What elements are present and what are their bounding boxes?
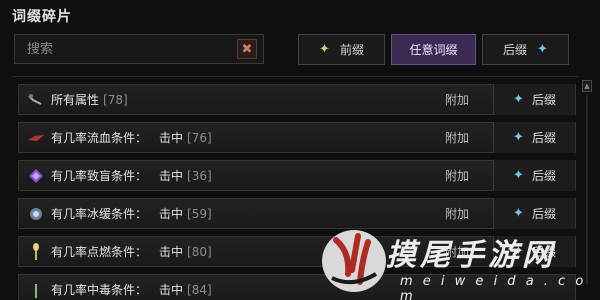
blue-star-icon: ✦ <box>513 168 524 183</box>
affix-type-badge: ✦ 后缀 <box>493 122 575 153</box>
affix-row[interactable]: 有几率中毒条件： 击中 [84] <box>18 274 576 300</box>
affix-row[interactable]: 所有属性 [78] 附加 ✦ 后缀 <box>18 84 576 115</box>
affix-action: 附加 <box>444 169 469 183</box>
affix-type-badge: ✦ 后缀 <box>493 236 575 267</box>
affix-condition: 击中 <box>159 131 184 145</box>
search-input[interactable] <box>27 35 237 63</box>
gold-star-icon: ✦ <box>319 42 330 57</box>
filter-suffix-label: 后缀 <box>503 43 528 57</box>
affix-name: 有几率点燃条件： <box>51 245 148 259</box>
scroll-up-icon[interactable]: ▲ <box>582 80 592 92</box>
filter-any-affix-label: 任意词缀 <box>409 43 458 57</box>
affix-count: [78] <box>103 92 128 107</box>
affix-type-badge: ✦ 后缀 <box>493 84 575 115</box>
affix-row[interactable]: 有几率流血条件： 击中 [76] 附加 ✦ 后缀 <box>18 122 576 153</box>
poison-icon <box>25 279 47 300</box>
panel-title: 词缀碎片 <box>12 9 72 25</box>
blue-star-icon: ✦ <box>513 130 524 145</box>
affix-count: [36] <box>187 168 212 183</box>
affix-count: [84] <box>187 282 212 297</box>
affix-type-badge: ✦ 后缀 <box>493 160 575 191</box>
affix-row[interactable]: 有几率点燃条件： 击中 [80] 附加 ✦ 后缀 <box>18 236 576 267</box>
affix-name: 有几率冰缓条件： <box>51 207 148 221</box>
affix-action: 附加 <box>444 207 469 221</box>
filter-any-affix-button[interactable]: 任意词缀 <box>391 34 476 65</box>
affix-filter-bar: ✦ 前缀 任意词缀 后缀 ✦ <box>298 34 569 65</box>
affix-condition: 击中 <box>159 207 184 221</box>
affix-type-label: 后缀 <box>531 207 556 221</box>
affix-type-label: 后缀 <box>531 131 556 145</box>
affix-count: [76] <box>187 130 212 145</box>
blue-star-icon: ✦ <box>513 206 524 221</box>
affix-condition: 击中 <box>159 245 184 259</box>
scroll-track[interactable] <box>586 94 588 284</box>
affix-count: [59] <box>187 206 212 221</box>
affix-condition: 击中 <box>159 283 184 297</box>
affix-row[interactable]: 有几率致盲条件： 击中 [36] 附加 ✦ 后缀 <box>18 160 576 191</box>
affix-name: 有几率中毒条件： <box>51 283 148 297</box>
affix-count: [80] <box>187 244 212 259</box>
affix-name: 有几率流血条件： <box>51 131 148 145</box>
affix-name: 所有属性 <box>51 93 100 107</box>
blue-star-icon: ✦ <box>513 92 524 107</box>
torch-icon <box>25 241 47 263</box>
affix-action: 附加 <box>444 93 469 107</box>
filter-suffix-button[interactable]: 后缀 ✦ <box>482 34 569 65</box>
affix-type-label: 后缀 <box>531 245 556 259</box>
affix-action: 附加 <box>444 131 469 145</box>
affix-type-label: 后缀 <box>531 93 556 107</box>
search-box: ✖ <box>14 34 264 64</box>
affix-type-badge: ✦ 后缀 <box>493 198 575 229</box>
filter-prefix-label: 前缀 <box>339 43 364 57</box>
scrollbar[interactable]: ▲ <box>582 80 592 290</box>
purple-gem-icon <box>25 165 47 187</box>
key-icon <box>25 89 47 111</box>
frost-gem-icon <box>25 203 47 225</box>
blood-shard-icon <box>25 127 47 149</box>
affix-action: 附加 <box>444 245 469 259</box>
blue-star-icon: ✦ <box>537 42 548 57</box>
divider <box>12 76 578 77</box>
affix-name: 有几率致盲条件： <box>51 169 148 183</box>
affix-type-label: 后缀 <box>531 169 556 183</box>
filter-prefix-button[interactable]: ✦ 前缀 <box>298 34 385 65</box>
clear-search-button[interactable]: ✖ <box>237 39 257 59</box>
affix-list: 所有属性 [78] 附加 ✦ 后缀 有几率流血条件： 击中 [76] 附加 ✦ 后… <box>18 84 576 300</box>
affix-condition: 击中 <box>159 169 184 183</box>
affix-row[interactable]: 有几率冰缓条件： 击中 [59] 附加 ✦ 后缀 <box>18 198 576 229</box>
blue-star-icon: ✦ <box>513 244 524 259</box>
